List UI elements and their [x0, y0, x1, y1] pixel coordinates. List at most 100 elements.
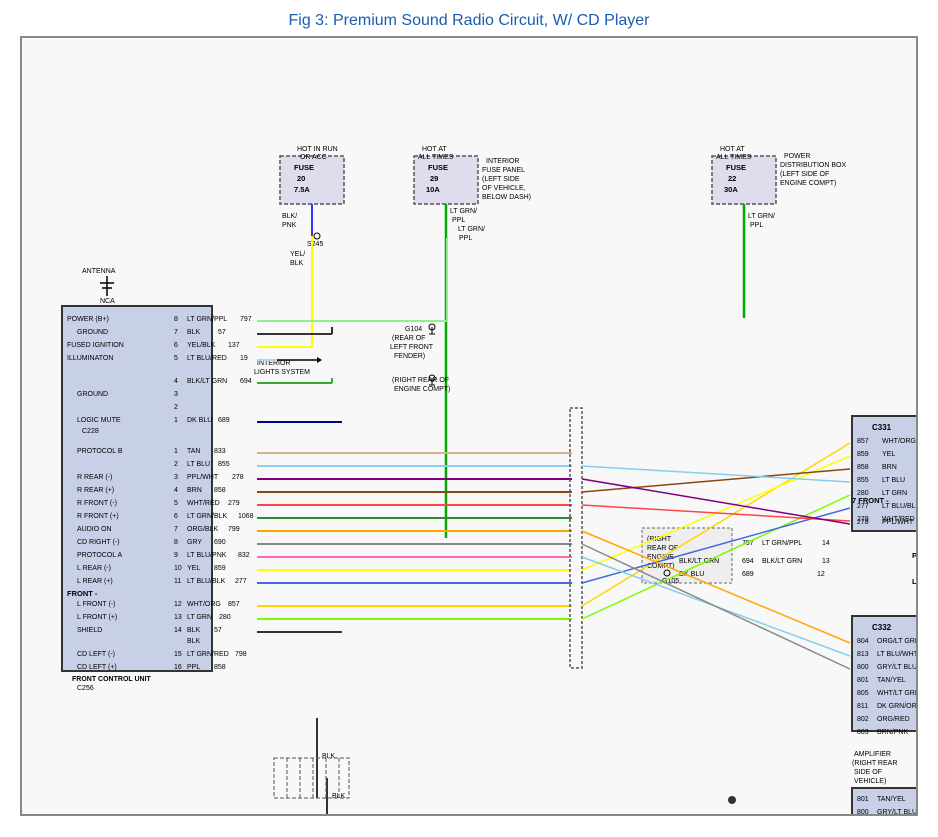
svg-text:14: 14	[822, 540, 830, 547]
diagram-container: HOT IN RUN OR ACC FUSE 20 7.5A HOT AT AL…	[20, 36, 918, 816]
svg-text:855: 855	[218, 461, 230, 468]
svg-text:FRONT -: FRONT -	[67, 589, 98, 598]
svg-text:1068: 1068	[238, 513, 254, 520]
svg-text:DISTRIBUTION BOX: DISTRIBUTION BOX	[780, 162, 846, 169]
svg-text:TAN/YEL: TAN/YEL	[877, 677, 906, 684]
svg-text:1: 1	[174, 448, 178, 455]
svg-text:C332: C332	[872, 623, 892, 632]
svg-text:BLK: BLK	[290, 260, 304, 267]
svg-text:(RIGHT: (RIGHT	[647, 536, 672, 543]
svg-text:ORG/LT GRN: ORG/LT GRN	[877, 638, 916, 645]
svg-text:858: 858	[214, 487, 226, 494]
svg-text:R FRONT (+): R FRONT (+)	[77, 513, 119, 520]
svg-text:LT GRN/PPL: LT GRN/PPL	[187, 316, 227, 323]
svg-text:DK BLU: DK BLU	[187, 417, 212, 424]
svg-text:13: 13	[174, 614, 182, 621]
svg-text:ORG/RED: ORG/RED	[877, 716, 910, 723]
svg-text:832: 832	[238, 552, 250, 559]
svg-text:30A: 30A	[724, 185, 738, 194]
svg-text:6: 6	[174, 513, 178, 520]
svg-text:BLK/LT GRN: BLK/LT GRN	[679, 558, 719, 565]
svg-text:BRN: BRN	[882, 464, 897, 471]
svg-text:BLK/LT GRN: BLK/LT GRN	[762, 558, 802, 565]
svg-text:(LEFT SIDE OF: (LEFT SIDE OF	[780, 171, 829, 178]
svg-text:6: 6	[174, 342, 178, 349]
svg-text:PPL: PPL	[452, 217, 465, 224]
svg-text:22: 22	[728, 174, 736, 183]
svg-text:(REAR OF: (REAR OF	[392, 335, 425, 342]
svg-text:5: 5	[174, 355, 178, 362]
svg-text:8: 8	[174, 539, 178, 546]
svg-text:800: 800	[857, 809, 869, 814]
svg-text:(LEFT SIDE: (LEFT SIDE	[482, 176, 520, 183]
svg-text:277: 277	[857, 503, 869, 510]
svg-text:29: 29	[430, 174, 438, 183]
svg-text:4: 4	[174, 487, 178, 494]
svg-text:PROTOCOL B: PROTOCOL B	[77, 448, 123, 455]
svg-text:8: 8	[174, 316, 178, 323]
svg-text:857: 857	[857, 438, 869, 445]
svg-text:7.5A: 7.5A	[294, 185, 310, 194]
svg-text:FUSE PANEL: FUSE PANEL	[482, 167, 525, 174]
svg-text:280: 280	[219, 614, 231, 621]
svg-text:AMPLIFIER: AMPLIFIER	[854, 751, 891, 758]
svg-text:AUDIO ON: AUDIO ON	[77, 526, 112, 533]
svg-text:19: 19	[240, 355, 248, 362]
svg-text:802: 802	[857, 716, 869, 723]
svg-text:798: 798	[235, 651, 247, 658]
svg-text:FUSED IGNITION: FUSED IGNITION	[67, 342, 124, 349]
svg-text:LT BLU: LT BLU	[187, 461, 210, 468]
svg-text:PROTOCOL A: PROTOCOL A	[77, 552, 122, 559]
svg-text:FUSE: FUSE	[294, 163, 314, 172]
svg-text:LT GRN/BLK: LT GRN/BLK	[187, 513, 228, 520]
svg-text:801: 801	[857, 796, 869, 803]
svg-text:13: 13	[822, 558, 830, 565]
svg-text:858: 858	[214, 664, 226, 671]
svg-text:BLK/: BLK/	[282, 213, 297, 220]
svg-text:278: 278	[232, 474, 244, 481]
svg-text:ENGINE COMPT): ENGINE COMPT)	[780, 180, 836, 187]
svg-text:805: 805	[857, 690, 869, 697]
svg-text:277: 277	[235, 578, 247, 585]
svg-text:LT GRN/: LT GRN/	[458, 226, 485, 233]
svg-text:855: 855	[857, 477, 869, 484]
svg-text:799: 799	[228, 526, 240, 533]
svg-text:TAN: TAN	[187, 448, 200, 455]
svg-text:LT GRN/: LT GRN/	[748, 213, 775, 220]
svg-text:CD LEFT (-): CD LEFT (-)	[77, 651, 115, 658]
svg-text:SHIELD: SHIELD	[77, 627, 102, 634]
svg-text:BLK/LT GRN: BLK/LT GRN	[187, 378, 227, 385]
svg-text:WHT/ORG: WHT/ORG	[882, 438, 916, 445]
svg-text:LT BLU/BLK: LT BLU/BLK	[187, 578, 226, 585]
svg-text:5: 5	[174, 500, 178, 507]
svg-text:12: 12	[817, 571, 825, 578]
svg-text:20: 20	[297, 174, 305, 183]
svg-text:2: 2	[174, 404, 178, 411]
svg-text:801: 801	[857, 677, 869, 684]
svg-text:694: 694	[742, 558, 754, 565]
svg-text:DK BLU: DK BLU	[679, 571, 704, 578]
svg-text:ALL TIMES: ALL TIMES	[418, 154, 454, 161]
svg-text:S245: S245	[307, 241, 323, 248]
svg-text:813: 813	[857, 651, 869, 658]
svg-text:10A: 10A	[426, 185, 440, 194]
svg-text:BLK: BLK	[187, 329, 201, 336]
svg-text:PNK: PNK	[282, 222, 297, 229]
svg-text:TAN/YEL: TAN/YEL	[877, 796, 906, 803]
svg-text:859: 859	[857, 451, 869, 458]
svg-text:9: 9	[174, 552, 178, 559]
svg-text:HOT AT: HOT AT	[720, 146, 745, 153]
svg-text:PPL: PPL	[459, 235, 472, 242]
svg-text:4: 4	[174, 378, 178, 385]
svg-text:ILLUMINATON: ILLUMINATON	[67, 355, 113, 362]
svg-text:LT GRN/PPL: LT GRN/PPL	[762, 540, 802, 547]
svg-text:833: 833	[214, 448, 226, 455]
svg-text:LT BLU/WHT: LT BLU/WHT	[877, 651, 916, 658]
svg-text:690: 690	[214, 539, 226, 546]
svg-text:14: 14	[174, 627, 182, 634]
svg-text:L FRONT (-): L FRONT (-)	[77, 601, 116, 608]
svg-text:2: 2	[174, 461, 178, 468]
svg-text:SIDE OF: SIDE OF	[854, 769, 882, 776]
svg-text:C331: C331	[872, 423, 892, 432]
svg-text:803: 803	[857, 729, 869, 736]
